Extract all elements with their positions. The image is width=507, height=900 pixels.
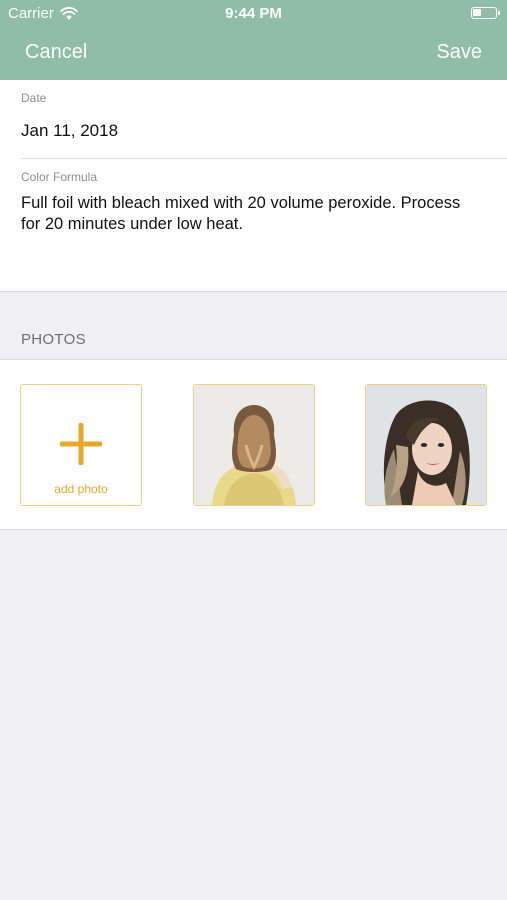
- portrait-photo-icon: [366, 385, 486, 505]
- photo-thumbnail-portrait[interactable]: [365, 384, 487, 506]
- cancel-button[interactable]: Cancel: [25, 41, 87, 64]
- date-field[interactable]: Jan 11, 2018: [21, 121, 118, 141]
- form-section: Date Jan 11, 2018 Color Formula Full foi…: [0, 80, 507, 292]
- battery-icon: [471, 7, 500, 19]
- back-of-head-photo-icon: [194, 385, 314, 505]
- photo-thumbnail-back-of-head[interactable]: [193, 384, 315, 506]
- nav-bar: Cancel Save: [0, 28, 507, 80]
- color-formula-label: Color Formula: [21, 170, 98, 184]
- status-time: 9:44 PM: [225, 5, 282, 22]
- save-button[interactable]: Save: [436, 41, 482, 64]
- status-bar: Carrier 9:44 PM: [0, 0, 507, 28]
- header: Carrier 9:44 PM Cancel Save: [0, 0, 507, 80]
- color-formula-field[interactable]: Full foil with bleach mixed with 20 volu…: [21, 193, 481, 235]
- photos-section-title: PHOTOS: [21, 331, 86, 348]
- photos-section: add photo: [0, 359, 507, 530]
- add-photo-label: add photo: [54, 482, 108, 496]
- date-label: Date: [21, 91, 47, 105]
- divider: [21, 158, 507, 159]
- add-photo-button[interactable]: add photo: [20, 384, 142, 506]
- plus-icon: [60, 423, 102, 465]
